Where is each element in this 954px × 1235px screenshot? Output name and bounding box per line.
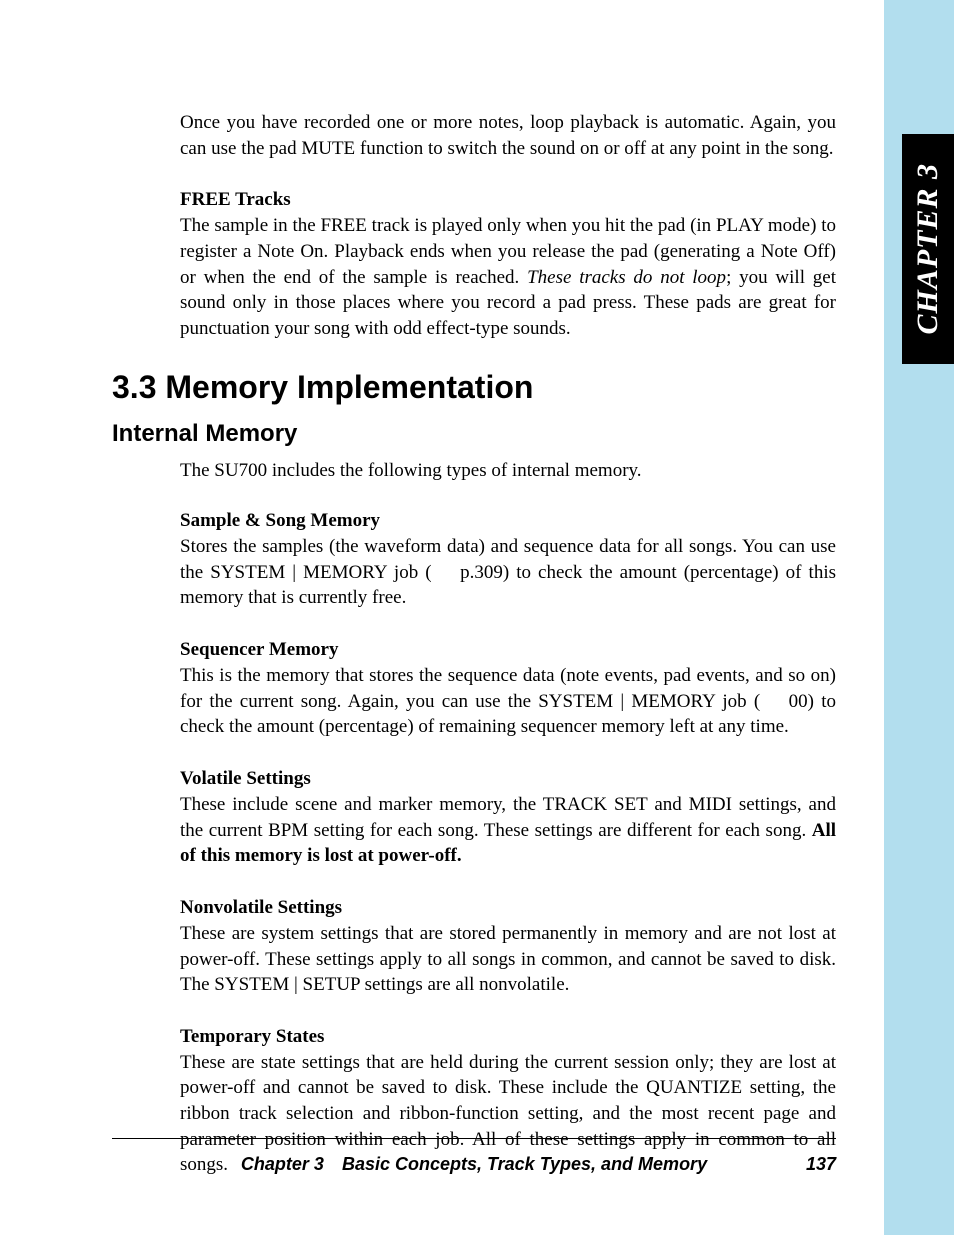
- sub-heading: Temporary States: [180, 1026, 836, 1048]
- footer-rule: [112, 1138, 836, 1139]
- sub-heading: Volatile Settings: [180, 768, 836, 790]
- body-text: These are system settings that are store…: [180, 921, 836, 998]
- sub-heading: Sequencer Memory: [180, 639, 836, 661]
- free-tracks-block: FREE Tracks The sample in the FREE track…: [180, 189, 836, 341]
- nonvolatile-block: Nonvolatile Settings These are system se…: [180, 897, 836, 998]
- subsection-heading: Internal Memory: [112, 420, 836, 448]
- volatile-block: Volatile Settings These include scene an…: [180, 768, 836, 869]
- body-text: Once you have recorded one or more notes…: [180, 110, 836, 161]
- sequencer-block: Sequencer Memory This is the memory that…: [180, 639, 836, 740]
- sample-song-block: Sample & Song Memory Stores the samples …: [180, 510, 836, 611]
- sub-heading: Nonvolatile Settings: [180, 897, 836, 919]
- footer-page-number: 137: [806, 1154, 836, 1175]
- chapter-tab: CHAPTER 3: [902, 134, 954, 364]
- body-text: The SU700 includes the following types o…: [180, 458, 836, 484]
- italic-run: These tracks do not loop: [527, 267, 726, 288]
- sub-heading: Sample & Song Memory: [180, 510, 836, 532]
- page-content: Once you have recorded one or more notes…: [0, 0, 884, 1235]
- text-run: These include scene and marker memory, t…: [180, 794, 836, 841]
- section-heading: 3.3 Memory Implementation: [112, 369, 836, 406]
- body-text: The sample in the FREE track is played o…: [180, 213, 836, 341]
- body-text: This is the memory that stores the seque…: [180, 663, 836, 740]
- chapter-tab-label: CHAPTER 3: [911, 163, 945, 335]
- sub-heading: FREE Tracks: [180, 189, 836, 211]
- footer-chapter-title: Chapter 3 Basic Concepts, Track Types, a…: [241, 1154, 707, 1175]
- page-footer: Chapter 3 Basic Concepts, Track Types, a…: [112, 1154, 836, 1175]
- body-text: These include scene and marker memory, t…: [180, 792, 836, 869]
- intro-paragraph: Once you have recorded one or more notes…: [180, 110, 836, 161]
- body-text: Stores the samples (the waveform data) a…: [180, 534, 836, 611]
